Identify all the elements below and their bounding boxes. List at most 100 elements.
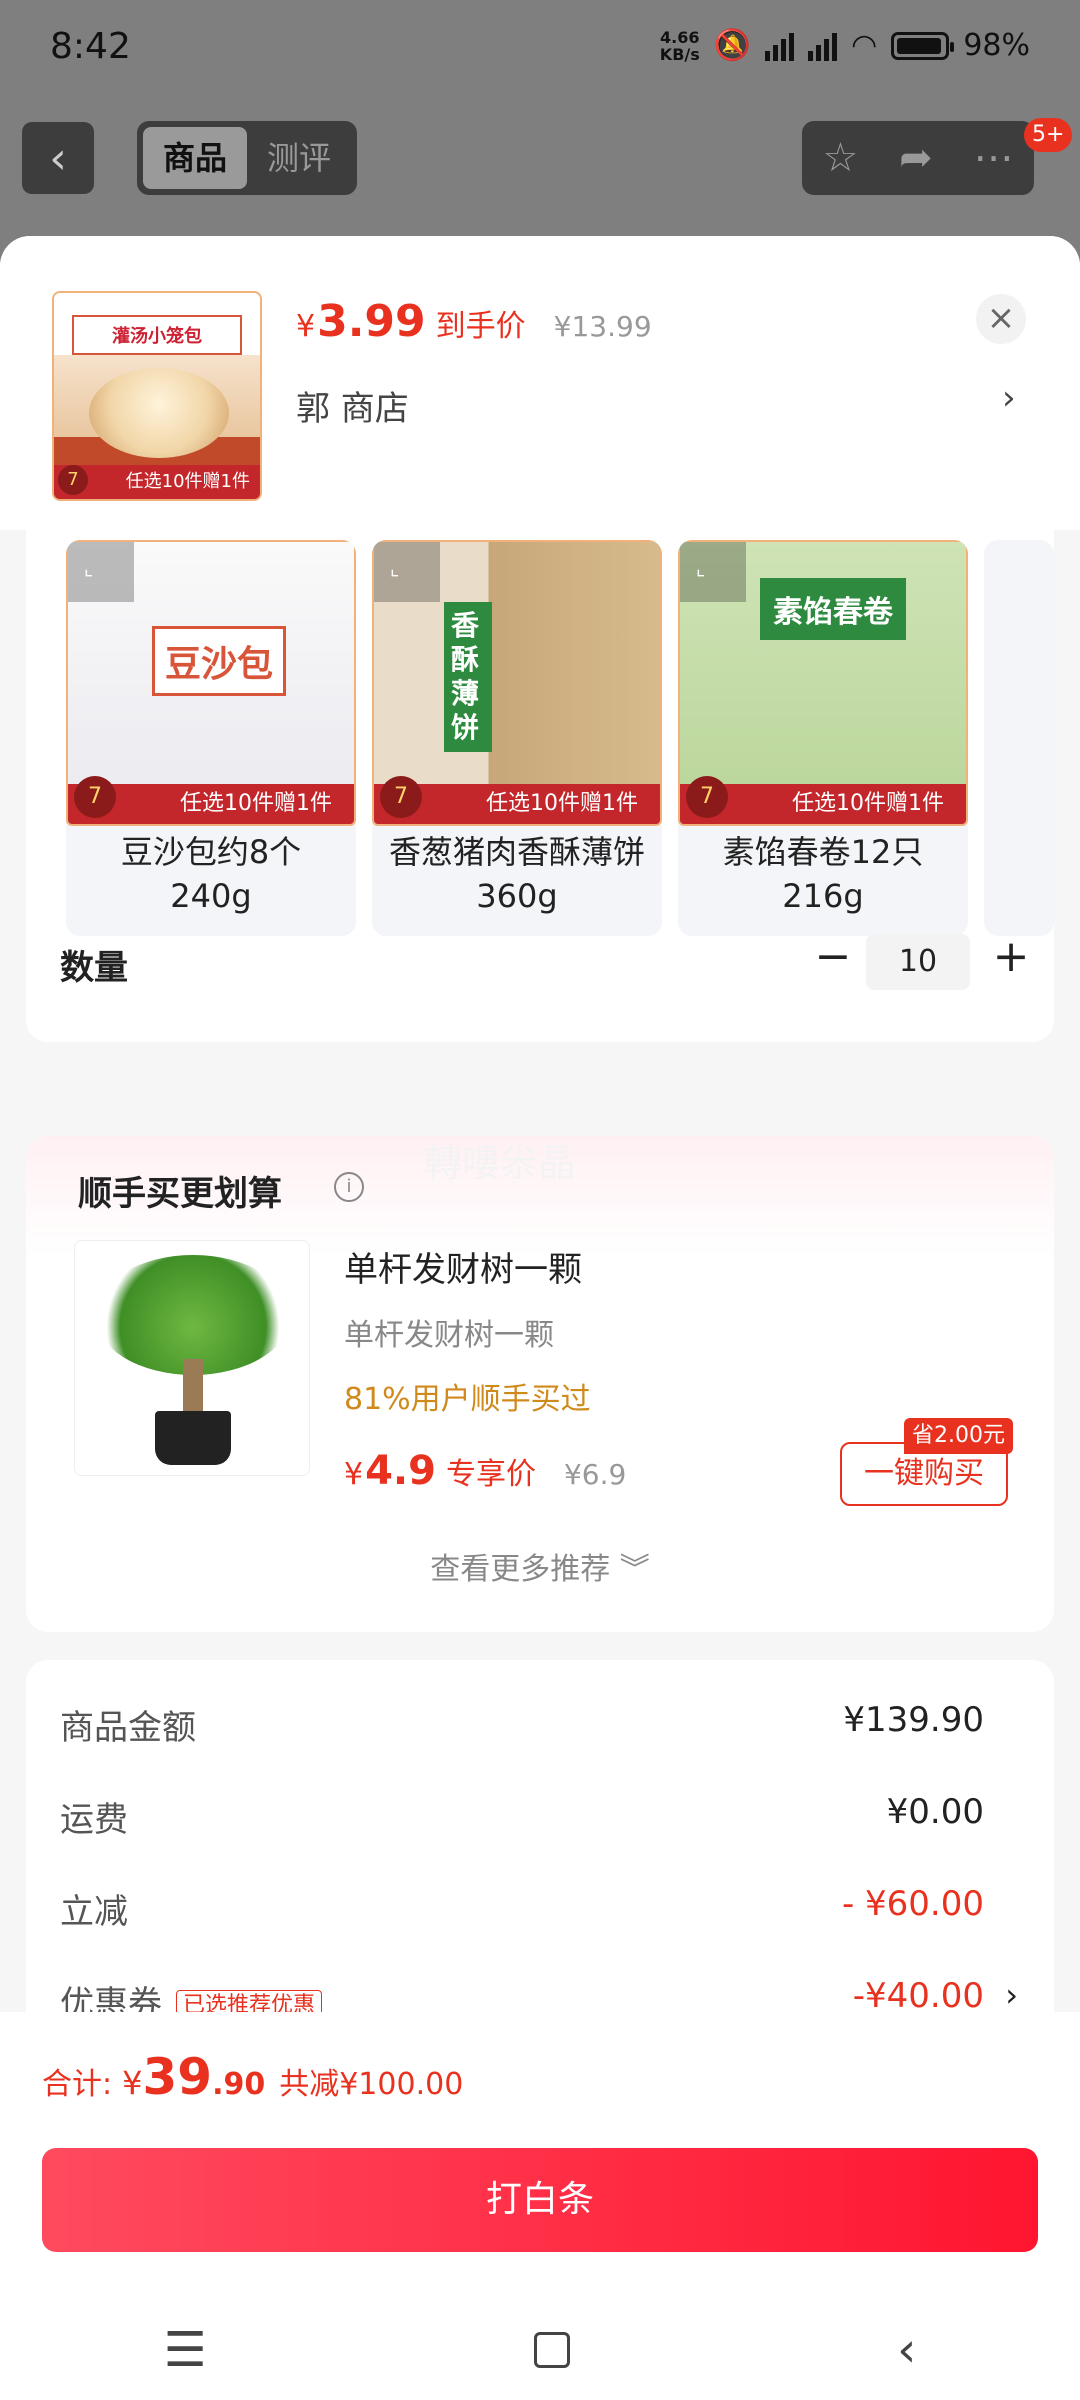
summary-value: - ¥60.00 bbox=[841, 1884, 984, 1924]
variant-image-label: 豆沙包 bbox=[152, 626, 287, 696]
back-button[interactable]: ‹ bbox=[22, 122, 94, 194]
status-icons: 4.66 KB/s 🔕 ◠ 98% bbox=[660, 28, 1030, 63]
variant-name: 豆沙包约8个 240g bbox=[120, 833, 302, 915]
minus-icon[interactable]: − bbox=[808, 934, 858, 984]
variant-image-label: 香酥薄饼 bbox=[444, 602, 492, 752]
chevron-left-icon: ‹ bbox=[49, 132, 67, 184]
quantity-label: 数量 bbox=[60, 948, 128, 988]
addon-popularity: 81%用户顺手买过 bbox=[344, 1382, 591, 1417]
total-currency: ¥ bbox=[122, 2064, 143, 2102]
menu-icon[interactable]: ☰ bbox=[164, 2322, 207, 2378]
plant-pot bbox=[155, 1411, 231, 1465]
back-icon[interactable]: ‹ bbox=[897, 2322, 916, 2378]
status-bar: 8:42 4.66 KB/s 🔕 ◠ 98% bbox=[0, 0, 1080, 100]
plant-trunk bbox=[183, 1359, 203, 1419]
variant-panel-bottom bbox=[26, 994, 1054, 1042]
total-saved: 共减¥100.00 bbox=[279, 2067, 464, 2102]
addon-original-price: ¥6.9 bbox=[563, 1458, 627, 1491]
dumpling-image bbox=[89, 368, 229, 458]
shop-name[interactable]: 郭 商店 bbox=[296, 381, 409, 430]
more-icon[interactable]: ⋯ bbox=[974, 135, 1014, 181]
signal-icon bbox=[808, 31, 838, 61]
chevron-right-icon[interactable]: › bbox=[1002, 378, 1016, 418]
summary-value: ¥139.90 bbox=[843, 1700, 984, 1740]
summary-row: 立减 - ¥60.00 bbox=[26, 1884, 1054, 1934]
home-icon[interactable] bbox=[533, 2332, 570, 2368]
variant-name: 香葱猪肉香酥薄饼 360g bbox=[388, 833, 645, 915]
price-label: 到手价 bbox=[435, 309, 526, 344]
addon-image[interactable] bbox=[74, 1240, 310, 1476]
total-decimal: .90 bbox=[212, 2067, 266, 2102]
variant-card[interactable]: ⌞ 香酥薄饼 任选10件赠1件 7 香葱猪肉香酥薄饼 360g bbox=[372, 540, 662, 936]
price-currency: ¥ bbox=[296, 309, 316, 344]
top-nav: ‹ 商品 测评 ☆ ➦ ⋯ 5+ bbox=[0, 118, 1080, 198]
summary-label: 商品金额 bbox=[60, 1708, 196, 1748]
segment-tabs: 商品 测评 bbox=[137, 121, 357, 195]
variant-image: ⌞ 香酥薄饼 任选10件赠1件 7 bbox=[372, 540, 662, 826]
price-main: 3.99 bbox=[317, 296, 426, 347]
tab-product[interactable]: 商品 bbox=[143, 127, 247, 189]
message-badge: 5+ bbox=[1024, 118, 1073, 152]
mute-icon: 🔕 bbox=[713, 28, 752, 63]
battery-icon bbox=[891, 31, 955, 60]
expand-icon[interactable]: ⌞ bbox=[374, 542, 440, 602]
summary-row: 运费 ¥0.00 bbox=[26, 1792, 1054, 1842]
expand-icon[interactable]: ⌞ bbox=[68, 542, 134, 602]
thumbnail-number: 7 bbox=[58, 465, 88, 495]
variant-card[interactable]: ⌞ 素馅春卷 任选10件赠1件 7 素馅春卷12只 216g bbox=[678, 540, 968, 936]
variant-card[interactable]: ⌞ 豆沙包 任选10件赠1件 7 豆沙包约8个 240g bbox=[66, 540, 356, 936]
expand-icon[interactable]: ⌞ bbox=[680, 542, 746, 602]
total-integer: 39 bbox=[142, 2048, 213, 2106]
close-button[interactable]: × bbox=[976, 294, 1026, 344]
action-group: ☆ ➦ ⋯ bbox=[802, 121, 1034, 195]
addon-name[interactable]: 单杆发财树一颗 bbox=[344, 1242, 582, 1291]
share-icon[interactable]: ➦ bbox=[899, 135, 933, 181]
star-icon[interactable]: ☆ bbox=[822, 135, 858, 181]
summary-value: -¥40.00 bbox=[852, 1976, 984, 2016]
quantity-row: 数量 − 10 + bbox=[26, 930, 1054, 994]
close-icon: × bbox=[986, 298, 1016, 338]
pay-button[interactable]: 打白条 bbox=[42, 2148, 1038, 2252]
addon-title: 顺手买更划算 bbox=[78, 1174, 282, 1214]
status-time: 8:42 bbox=[50, 26, 131, 67]
signal-icon bbox=[765, 31, 795, 61]
original-price: ¥13.99 bbox=[553, 310, 652, 343]
plus-icon[interactable]: + bbox=[986, 934, 1036, 984]
variant-selector: ⌞ 豆沙包 任选10件赠1件 7 豆沙包约8个 240g ⌞ 香酥薄饼 任选10… bbox=[26, 530, 1054, 994]
variant-number: 7 bbox=[686, 776, 728, 818]
variant-image: ⌞ 豆沙包 任选10件赠1件 7 bbox=[66, 540, 356, 826]
variant-number: 7 bbox=[74, 776, 116, 818]
tab-review[interactable]: 测评 bbox=[247, 127, 351, 189]
variant-name: 素馅春卷12只 216g bbox=[722, 833, 924, 915]
info-icon[interactable]: i bbox=[334, 1172, 364, 1202]
variant-number: 7 bbox=[380, 776, 422, 818]
addon-price-main: 4.9 bbox=[365, 1448, 436, 1494]
summary-label: 立减 bbox=[60, 1892, 128, 1932]
more-recommendations-link[interactable]: 查看更多推荐 ︾ bbox=[26, 1544, 1054, 1588]
total-label: 合计: bbox=[42, 2067, 113, 2102]
addon-subtitle: 单杆发财树一颗 bbox=[344, 1318, 554, 1353]
save-tag: 省2.00元 bbox=[904, 1418, 1013, 1454]
price-line: ¥ 3.99 到手价 ¥13.99 bbox=[296, 296, 652, 347]
product-thumbnail[interactable]: 灌汤小笼包 任选10件赠1件 7 bbox=[52, 291, 262, 501]
addon-price-label: 专享价 bbox=[445, 1457, 536, 1492]
summary-row: 商品金额 ¥139.90 bbox=[26, 1700, 1054, 1750]
chevron-right-icon[interactable]: › bbox=[1005, 1976, 1018, 2014]
thumbnail-title: 灌汤小笼包 bbox=[72, 315, 242, 355]
addon-panel: 轉嘍尜晶 顺手买更划算 i 单杆发财树一颗 单杆发财树一颗 81%用户顺手买过 … bbox=[26, 1136, 1054, 1632]
wifi-icon: ◠ bbox=[851, 28, 878, 63]
addon-price-currency: ¥ bbox=[344, 1457, 364, 1492]
summary-label: 运费 bbox=[60, 1800, 128, 1840]
net-speed: 4.66 KB/s bbox=[659, 27, 700, 64]
system-nav-bar: ☰ ‹ bbox=[0, 2300, 1080, 2400]
watermark: 轉嘍尜晶 bbox=[424, 1141, 577, 1185]
addon-price: ¥ 4.9 专享价 ¥6.9 bbox=[344, 1448, 626, 1494]
summary-value: ¥0.00 bbox=[886, 1792, 984, 1832]
variant-card-partial[interactable] bbox=[984, 540, 1054, 936]
quantity-input[interactable]: 10 bbox=[866, 934, 970, 990]
variant-image-label: 素馅春卷 bbox=[760, 578, 906, 640]
total-price: 合计: ¥ 39 .90 共减¥100.00 bbox=[42, 2048, 463, 2106]
variant-image: ⌞ 素馅春卷 任选10件赠1件 7 bbox=[678, 540, 968, 826]
plant-leaves bbox=[95, 1255, 291, 1375]
purchase-sheet: 灌汤小笼包 任选10件赠1件 7 ¥ 3.99 到手价 ¥13.99 × 郭 商… bbox=[0, 236, 1080, 2400]
